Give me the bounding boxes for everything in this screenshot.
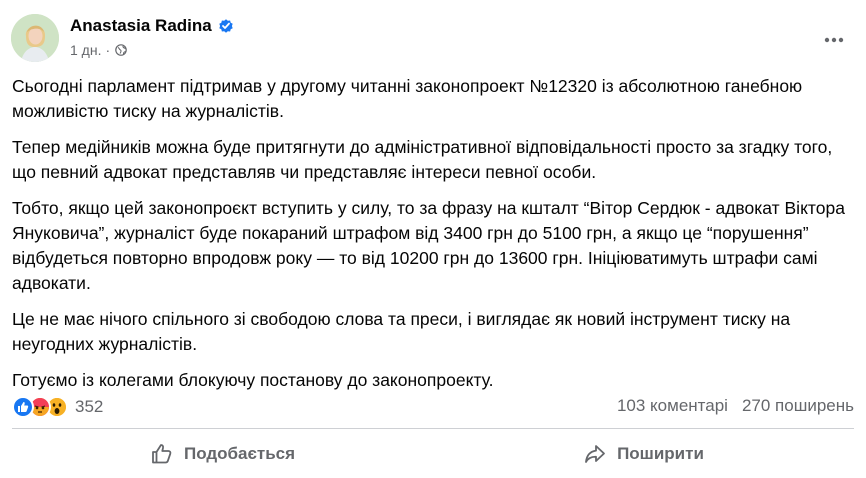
comments-count[interactable]: 103 коментарі: [617, 396, 728, 416]
post-header: Anastasia Radina 1 дн. ·: [11, 12, 852, 66]
like-button[interactable]: Подобається: [12, 433, 433, 475]
shares-count[interactable]: 270 поширень: [742, 396, 854, 416]
post-paragraph: Сьогодні парламент підтримав у другому ч…: [12, 76, 803, 121]
reactions-count[interactable]: 352: [75, 397, 103, 417]
engagement-counts: 103 коментарі 270 поширень: [617, 396, 854, 416]
post-meta: 1 дн. ·: [70, 42, 127, 58]
like-button-label: Подобається: [183, 444, 296, 463]
post-paragraph: Тобто, якщо цей законопроєкт вступить у …: [12, 198, 845, 293]
post-actions: Подобається Поширити: [12, 433, 854, 475]
share-button-label: Поширити: [617, 444, 704, 463]
post-text: Сьогодні парламент підтримав у другому ч…: [12, 74, 858, 404]
post-paragraph: Тепер медійників можна буде притягнути д…: [12, 137, 833, 182]
author-name[interactable]: Anastasia Radina: [70, 16, 234, 36]
divider: [12, 428, 854, 429]
post-paragraph: Готуємо із колегами блокуючу постанову д…: [12, 370, 494, 390]
like-icon: [12, 396, 34, 418]
globe-icon[interactable]: [115, 44, 127, 56]
share-button[interactable]: Поширити: [433, 433, 854, 475]
post-stats: 352 103 коментарі 270 поширень: [12, 396, 854, 420]
reactions-summary[interactable]: 352: [12, 396, 103, 418]
more-options-button[interactable]: [816, 22, 852, 58]
post-time[interactable]: 1 дн.: [70, 42, 101, 58]
post-paragraph: Це не має нічого спільного зі свободою с…: [12, 309, 791, 354]
share-arrow-icon: [585, 445, 605, 463]
author-name-text[interactable]: Anastasia Radina: [70, 16, 212, 36]
facebook-post: Anastasia Radina 1 дн. · Сьогодні парлам…: [0, 0, 866, 478]
meta-separator: ·: [105, 42, 111, 58]
author-avatar[interactable]: [11, 14, 59, 62]
thumbs-up-icon: [152, 444, 172, 464]
verified-badge-icon: [219, 19, 233, 33]
more-dots-icon: [824, 37, 844, 43]
avatar-portrait-icon: [11, 14, 59, 62]
